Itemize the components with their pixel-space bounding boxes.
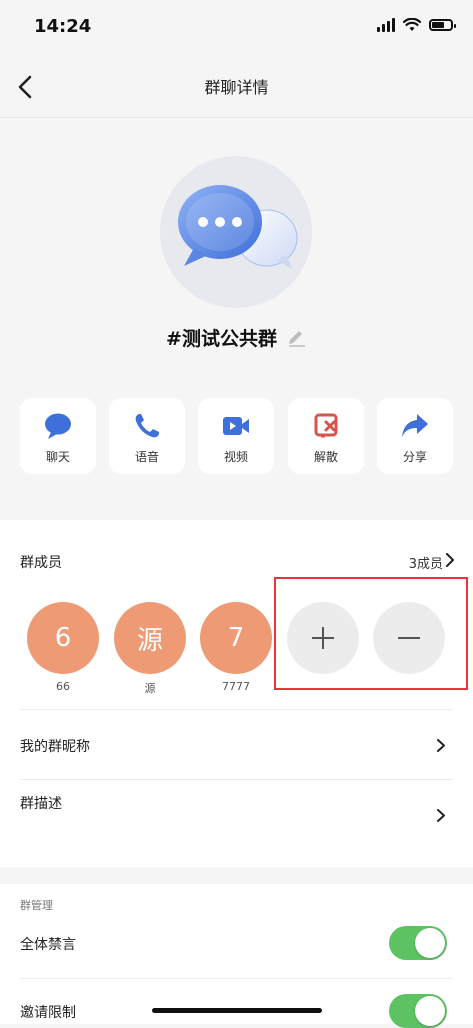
member-name: 66 <box>56 680 70 693</box>
chevron-right-icon[interactable] <box>445 553 455 567</box>
dissolve-icon <box>314 413 338 438</box>
chat-action-button[interactable]: 聊天 <box>20 398 96 474</box>
status-icons <box>377 18 456 32</box>
phone-icon <box>135 414 159 438</box>
divider <box>20 779 453 780</box>
pencil-icon <box>288 330 305 347</box>
member-avatar: 7 <box>200 602 272 674</box>
share-action-label: 分享 <box>402 450 427 464</box>
toggle-knob <box>415 928 445 958</box>
page-title: 群聊详情 <box>204 78 269 97</box>
my-group-nickname-label: 我的群昵称 <box>20 739 90 755</box>
nav-divider <box>0 117 473 118</box>
voice-action-button[interactable]: 语音 <box>109 398 185 474</box>
member-item[interactable]: 7 7777 <box>200 602 272 693</box>
share-icon <box>402 414 428 437</box>
group-name-row: #测试公共群 <box>0 324 473 351</box>
chat-action-label: 聊天 <box>45 450 70 464</box>
chevron-right-icon <box>437 739 445 752</box>
dissolve-action-button[interactable]: 解散 <box>288 398 364 474</box>
toggle-knob <box>415 996 445 1026</box>
member-avatar: 源 <box>114 602 186 674</box>
home-indicator <box>152 1008 322 1013</box>
member-avatar: 6 <box>27 602 99 674</box>
video-camera-icon <box>223 417 249 435</box>
group-description-row[interactable] <box>0 782 473 852</box>
member-item[interactable]: 6 66 <box>27 602 99 693</box>
highlight-box <box>274 577 468 690</box>
mute-all-label: 全体禁言 <box>20 937 76 953</box>
share-action-button[interactable]: 分享 <box>377 398 453 474</box>
cellular-signal-icon <box>377 18 395 32</box>
edit-name-button[interactable] <box>285 327 307 349</box>
video-action-label: 视频 <box>223 450 248 464</box>
dissolve-action-label: 解散 <box>313 450 338 464</box>
members-title: 群成员 <box>20 555 62 571</box>
member-item[interactable]: 源 源 <box>114 602 186 696</box>
divider <box>20 978 453 979</box>
group-name: #测试公共群 <box>166 328 277 350</box>
battery-icon <box>429 19 456 31</box>
management-title: 群管理 <box>20 899 53 912</box>
wifi-icon <box>403 18 421 31</box>
member-name: 7777 <box>222 680 250 693</box>
member-count-link[interactable]: 3成员 <box>409 553 443 572</box>
invite-limit-toggle[interactable] <box>389 994 447 1028</box>
video-action-button[interactable]: 视频 <box>198 398 274 474</box>
mute-all-toggle[interactable] <box>389 926 447 960</box>
chat-bubble-icon <box>45 413 71 439</box>
status-time: 14:24 <box>34 16 92 37</box>
group-chat-bubbles-icon <box>178 185 298 269</box>
group-description-label: 群描述 <box>20 796 62 812</box>
invite-limit-label: 邀请限制 <box>20 1005 76 1021</box>
chevron-right-icon <box>437 809 445 822</box>
divider <box>20 709 453 710</box>
voice-action-label: 语音 <box>134 450 159 464</box>
group-avatar <box>160 156 312 308</box>
member-name: 源 <box>144 682 156 695</box>
